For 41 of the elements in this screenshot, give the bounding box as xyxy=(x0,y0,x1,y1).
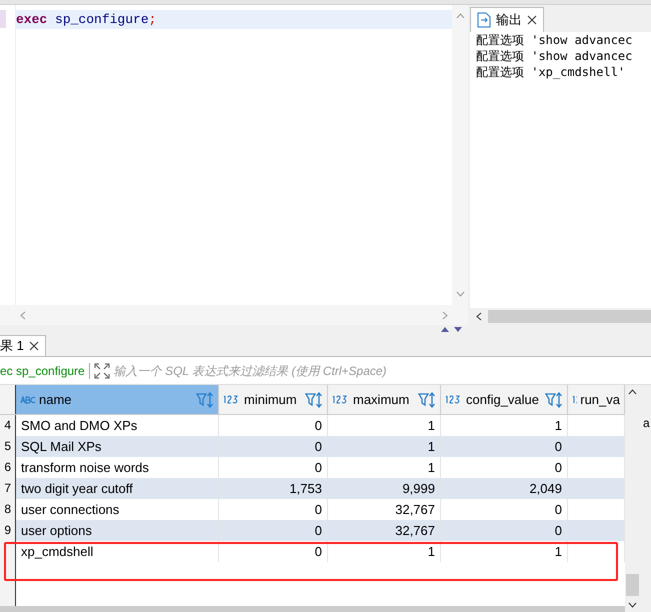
output-tab[interactable]: 输出 xyxy=(470,7,544,32)
document-icon xyxy=(477,12,491,28)
column-header[interactable]: minimum xyxy=(219,385,328,414)
number-type-icon xyxy=(572,395,578,404)
scrollbar-thumb[interactable] xyxy=(488,310,651,323)
query-label: ec sp_configure xyxy=(0,362,85,380)
scroll-down-icon[interactable] xyxy=(628,602,637,608)
row-number: 6 xyxy=(0,457,16,478)
row-number: 9 xyxy=(0,520,16,541)
sort-filter-icon[interactable] xyxy=(545,392,563,408)
number-type-icon xyxy=(332,395,350,404)
scroll-right-icon[interactable] xyxy=(442,310,448,320)
scroll-up-icon[interactable] xyxy=(628,389,637,395)
table-cell: xp_cmdshell xyxy=(16,541,219,562)
row-number: 5 xyxy=(0,436,16,457)
scrollbar-thumb[interactable] xyxy=(626,574,639,596)
text-type-icon xyxy=(20,396,36,404)
scroll-left-icon[interactable] xyxy=(476,312,482,321)
sort-filter-icon[interactable] xyxy=(305,392,323,408)
column-header[interactable]: name xyxy=(16,385,219,414)
number-type-icon xyxy=(223,395,241,404)
column-header[interactable]: maximum xyxy=(328,385,441,414)
sort-filter-icon[interactable] xyxy=(418,392,436,408)
row-number: 8 xyxy=(0,499,16,520)
row-number: 4 xyxy=(0,415,16,436)
row-number: 7 xyxy=(0,478,16,499)
output-line: 配置选项 'xp_cmdshell' xyxy=(476,64,626,80)
number-type-icon xyxy=(445,395,463,404)
output-line: 配置选项 'show advancec xyxy=(476,32,634,48)
table-cell: 0 xyxy=(219,541,328,562)
table-cell: 1 xyxy=(441,541,568,562)
results-tab[interactable]: 果 1 xyxy=(0,335,46,356)
column-header[interactable]: config_value xyxy=(441,385,568,414)
side-text: a xyxy=(643,416,650,430)
close-icon[interactable] xyxy=(28,341,39,351)
close-icon[interactable] xyxy=(527,15,537,25)
table-cell: 1 xyxy=(328,541,441,562)
sort-filter-icon[interactable] xyxy=(196,392,214,408)
filter-input[interactable]: 输入一个 SQL 表达式来过滤结果 (使用 Ctrl+Space) xyxy=(114,362,651,380)
expand-icon[interactable] xyxy=(94,362,110,378)
output-line: 配置选项 'show advancec xyxy=(476,48,634,64)
